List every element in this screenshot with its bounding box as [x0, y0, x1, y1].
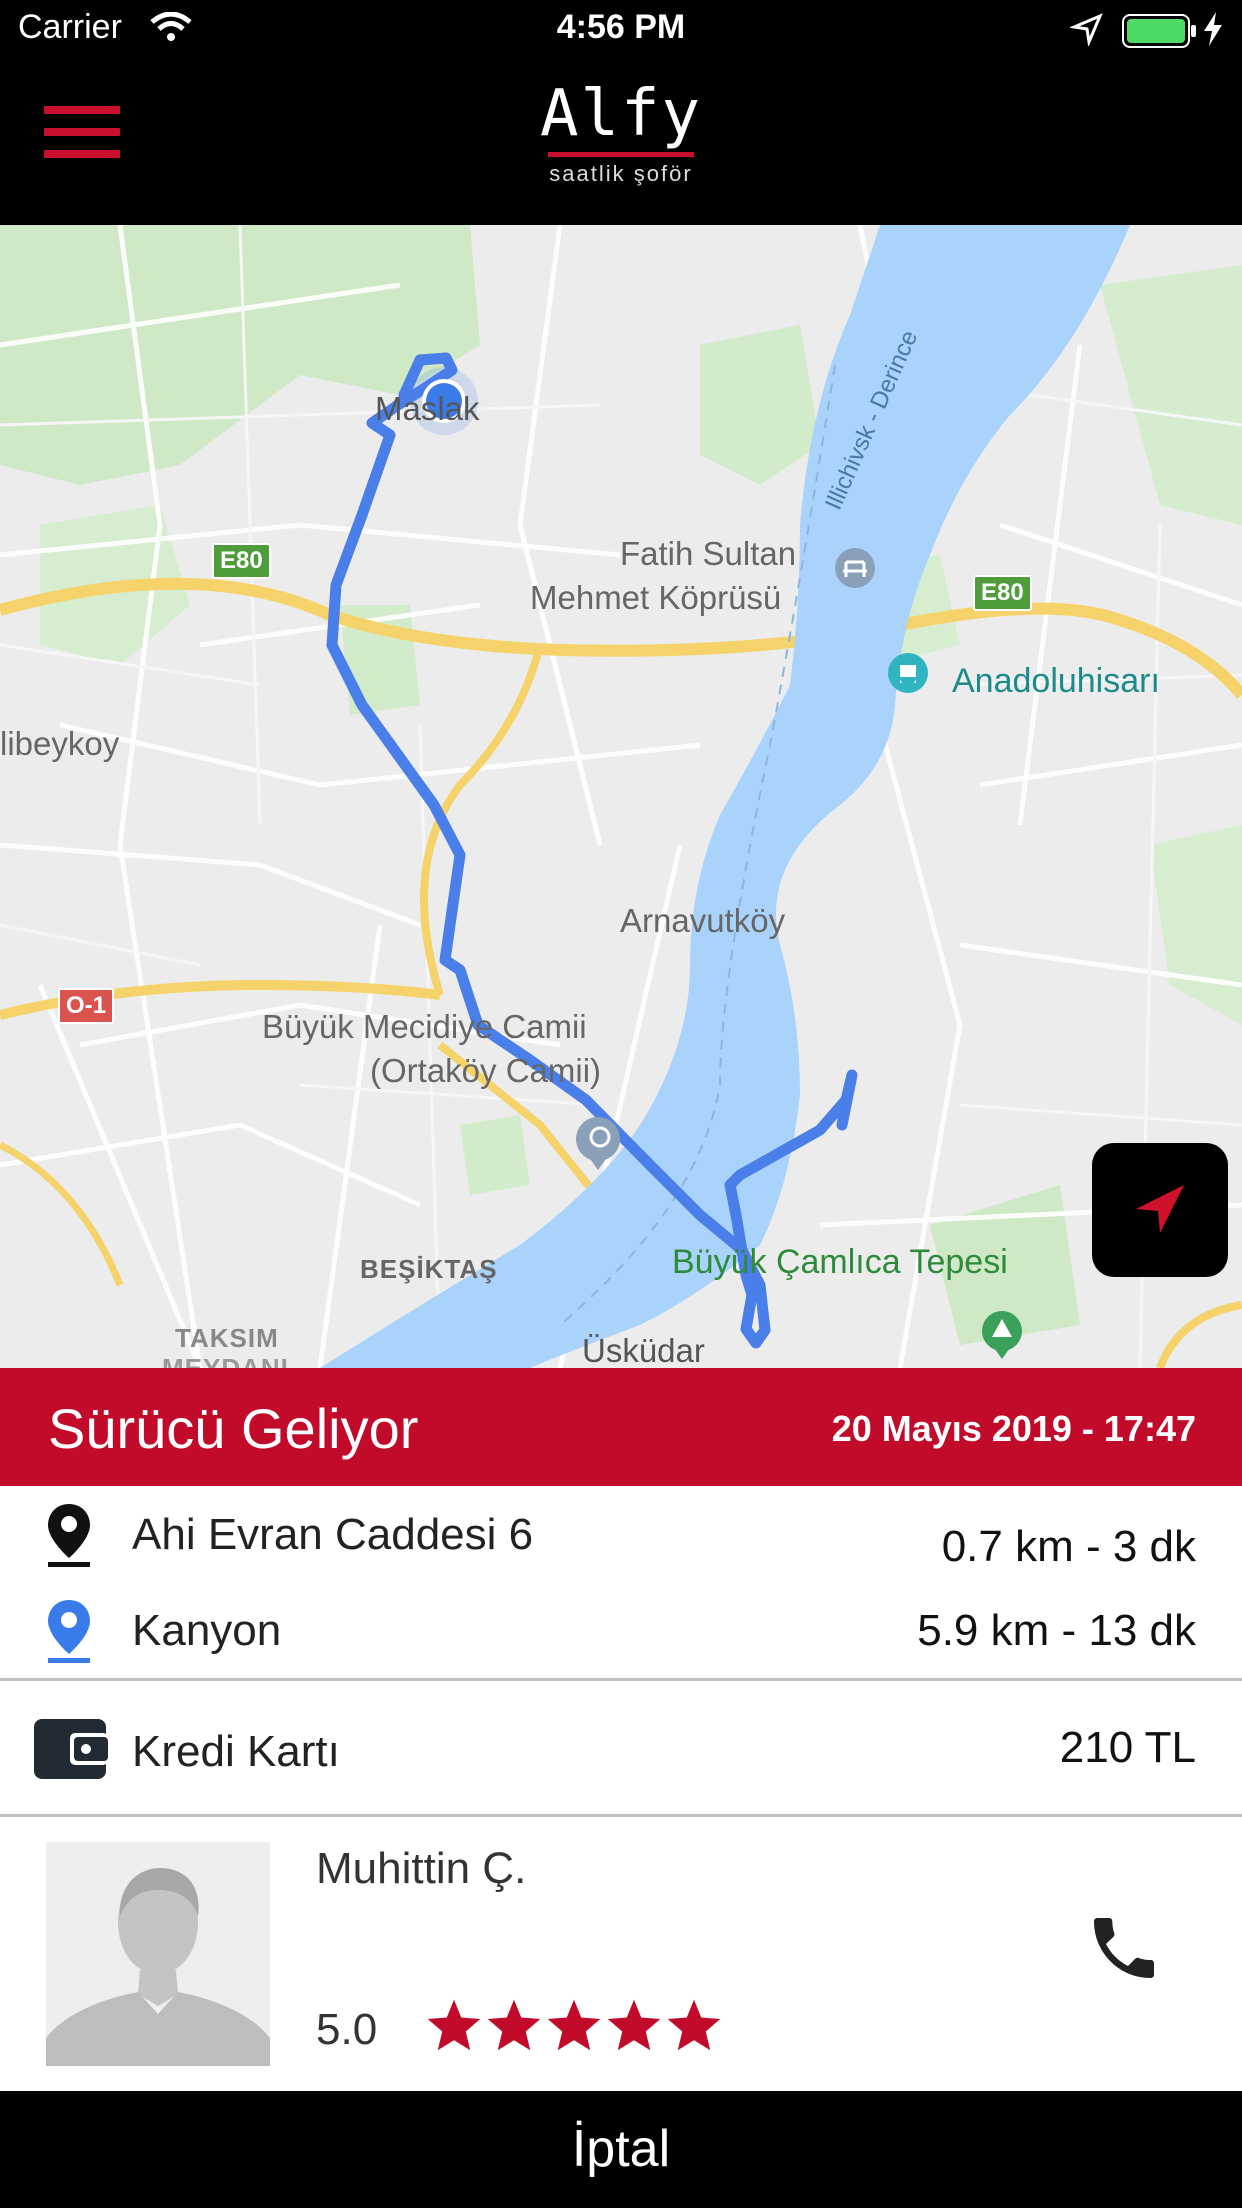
- person-silhouette-icon: [46, 1842, 270, 2066]
- star-icon: [667, 1999, 721, 2051]
- battery-icon: [1122, 14, 1198, 53]
- pickup-eta: 0.7 km - 3 dk: [941, 1522, 1196, 1571]
- logo-underline: [548, 152, 694, 157]
- call-driver-button[interactable]: [1084, 1908, 1164, 1993]
- star-icon: [427, 1999, 481, 2051]
- trip-datetime: 20 Mayıs 2019 - 17:47: [831, 1408, 1196, 1449]
- map-label-besiktas: BEŞİKTAŞ: [360, 1254, 498, 1284]
- map-label-mosque-line1: Büyük Mecidiye Camii: [262, 1008, 587, 1045]
- star-icon: [487, 1999, 541, 2051]
- wallet-icon: [32, 1715, 108, 1786]
- cancel-button[interactable]: İptal: [0, 2091, 1242, 2208]
- star-icon: [547, 1999, 601, 2051]
- star-icon: [607, 1999, 661, 2051]
- route-map[interactable]: Maslak Fatih Sultan Mehmet Köprüsü Anado…: [0, 225, 1242, 1368]
- map-label-meydani: MEYDANI: [162, 1353, 289, 1368]
- locate-me-button[interactable]: [1092, 1143, 1228, 1277]
- highway-shield-e80: E80: [212, 543, 271, 579]
- map-label-bridge-line2: Mehmet Köprüsü: [530, 579, 782, 616]
- pickup-pin-icon: [44, 1502, 94, 1573]
- trip-status-banner: Sürücü Geliyor 20 Mayıs 2019 - 17:47: [0, 1368, 1242, 1486]
- map-label-alibeykoy: libeykoy: [0, 725, 120, 762]
- app-header: Alfy saatlik şoför: [0, 60, 1242, 225]
- phone-icon: [1094, 1918, 1154, 1978]
- highway-shield-o1: O-1: [58, 988, 115, 1024]
- logo-name: Alfy: [539, 77, 703, 151]
- map-label-taksim: TAKSIM: [175, 1323, 279, 1353]
- payment-method: Kredi Kartı: [132, 1727, 340, 1776]
- app-logo: Alfy saatlik şoför: [0, 78, 1242, 187]
- divider: [0, 1814, 1242, 1817]
- charging-bolt-icon: [1202, 12, 1224, 51]
- pickup-row: Ahi Evran Caddesi 6 0.7 km - 3 dk: [0, 1486, 1242, 1582]
- map-label-uskudar: Üsküdar: [582, 1332, 705, 1368]
- status-bar: Carrier 4:56 PM: [0, 0, 1242, 60]
- driver-avatar: [46, 1842, 270, 2066]
- map-label-arnavutkoy: Arnavutköy: [620, 902, 786, 939]
- map-label-camlica: Büyük Çamlıca Tepesi: [672, 1243, 1008, 1281]
- destination-address: Kanyon: [132, 1606, 282, 1655]
- logo-tagline: saatlik şoför: [549, 161, 693, 186]
- driver-name: Muhittin Ç.: [316, 1844, 527, 1893]
- destination-eta: 5.9 km - 13 dk: [917, 1606, 1196, 1655]
- payment-amount: 210 TL: [1059, 1723, 1196, 1772]
- pickup-address: Ahi Evran Caddesi 6: [132, 1510, 534, 1559]
- navigation-arrow-icon: [1136, 1185, 1184, 1233]
- driver-rating-value: 5.0: [316, 2005, 378, 2054]
- destination-pin-icon: [44, 1598, 94, 1669]
- map-label-bridge-line1: Fatih Sultan: [620, 535, 797, 572]
- map-canvas: [0, 225, 1242, 1368]
- map-label-mosque-line2: (Ortaköy Camii): [370, 1052, 602, 1089]
- map-label-anadoluhisari: Anadoluhisarı: [952, 662, 1160, 700]
- destination-row: Kanyon 5.9 km - 13 dk: [0, 1582, 1242, 1678]
- payment-row[interactable]: Kredi Kartı 210 TL: [0, 1681, 1242, 1813]
- driver-rating-stars: [424, 1996, 724, 2061]
- trip-status-title: Sürücü Geliyor: [48, 1397, 419, 1460]
- clock: 4:56 PM: [556, 8, 686, 46]
- map-label-maslak: Maslak: [375, 390, 480, 427]
- location-arrow-icon: [1068, 12, 1104, 51]
- highway-shield-e80: E80: [973, 575, 1032, 611]
